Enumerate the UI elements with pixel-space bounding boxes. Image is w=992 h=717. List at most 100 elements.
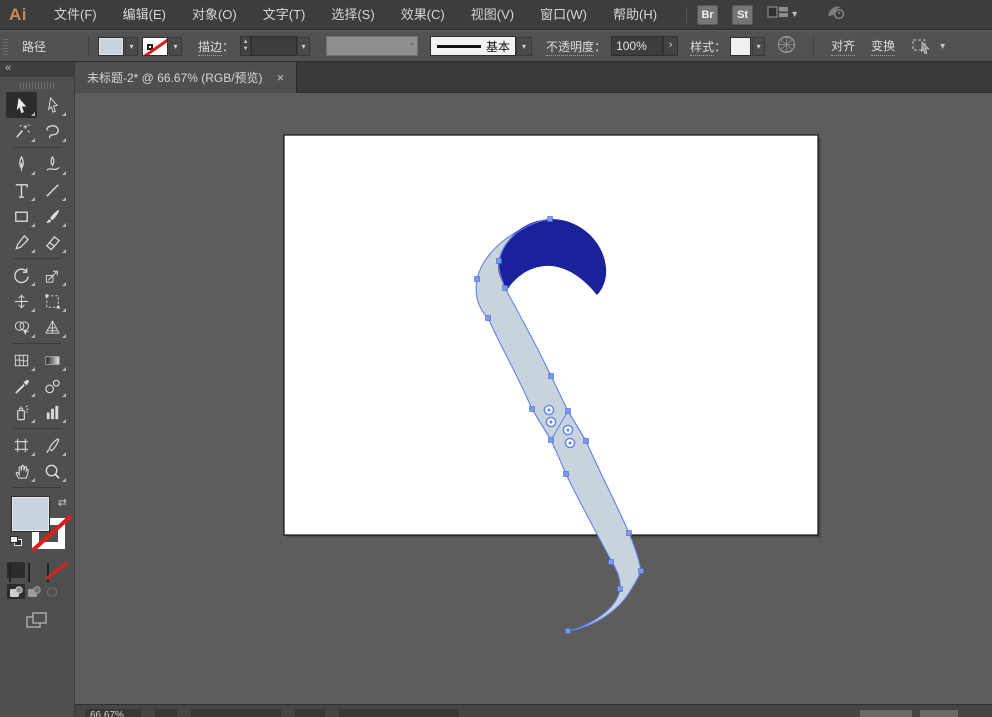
select-similar-icon[interactable] xyxy=(911,36,935,57)
opacity-forward-button[interactable]: › xyxy=(663,36,678,56)
lasso-tool[interactable] xyxy=(37,118,68,144)
zoom-chevron-button[interactable] xyxy=(155,709,177,717)
column-graph-tool[interactable] xyxy=(37,399,68,425)
canvas-area[interactable] xyxy=(75,93,992,704)
rectangle-tool[interactable] xyxy=(6,203,37,229)
stock-button[interactable]: St xyxy=(732,5,753,25)
artboard-nav-field[interactable] xyxy=(191,709,281,717)
anchor-point[interactable] xyxy=(549,438,554,443)
stroke-dropdown-chevron-icon[interactable]: ▾ xyxy=(169,37,182,56)
width-tool[interactable] xyxy=(6,288,37,314)
hand-tool[interactable] xyxy=(6,458,37,484)
chevron-down-icon[interactable]: ▾ xyxy=(792,9,797,20)
draw-behind-button[interactable] xyxy=(25,584,43,599)
type-tool[interactable] xyxy=(6,177,37,203)
style-panel-link[interactable]: 样式 xyxy=(690,40,714,56)
anchor-point[interactable] xyxy=(486,316,491,321)
anchor-point[interactable] xyxy=(530,407,535,412)
menu-view[interactable]: 视图(V) xyxy=(458,0,527,30)
line-segment-tool[interactable] xyxy=(37,177,68,203)
select-similar-chevron-icon[interactable]: ▾ xyxy=(940,41,945,52)
style-swatch[interactable] xyxy=(730,37,751,56)
eraser-tool[interactable] xyxy=(37,229,68,255)
panel-grip[interactable] xyxy=(3,37,8,55)
none-button[interactable] xyxy=(45,562,63,578)
fill-color-swatch[interactable] xyxy=(98,37,124,56)
menu-select[interactable]: 选择(S) xyxy=(318,0,387,30)
live-corner-widget[interactable] xyxy=(565,438,574,447)
paintbrush-tool[interactable] xyxy=(37,203,68,229)
menu-type[interactable]: 文字(T) xyxy=(250,0,319,30)
gradient-button[interactable] xyxy=(26,562,44,578)
perspective-grid-tool[interactable] xyxy=(37,314,68,340)
live-corner-widget[interactable] xyxy=(563,425,572,434)
artboard-tool[interactable] xyxy=(6,432,37,458)
close-tab-icon[interactable]: × xyxy=(277,70,285,85)
artboard-nav-buttons[interactable] xyxy=(295,709,325,717)
slice-tool[interactable] xyxy=(37,432,68,458)
stroke-weight-stepper[interactable]: ▲▼ xyxy=(240,36,251,56)
anchor-point[interactable] xyxy=(566,629,571,634)
anchor-point[interactable] xyxy=(609,560,614,565)
stroke-weight-field[interactable] xyxy=(251,36,297,56)
fill-dropdown-chevron-icon[interactable]: ▾ xyxy=(125,37,138,56)
anchor-point[interactable] xyxy=(584,439,589,444)
swap-fill-stroke-icon[interactable]: ⇄ xyxy=(58,496,67,509)
zoom-level-field[interactable]: 66.67% xyxy=(85,709,141,717)
anchor-point[interactable] xyxy=(639,569,644,574)
menu-window[interactable]: 窗口(W) xyxy=(527,0,600,30)
tools-panel-header[interactable]: « xyxy=(0,62,74,77)
stroke-panel-link[interactable]: 描边 xyxy=(198,40,222,56)
direct-selection-tool[interactable] xyxy=(37,92,68,118)
live-corner-widget[interactable] xyxy=(546,417,555,426)
sync-icon[interactable] xyxy=(825,3,847,26)
pencil-tool[interactable] xyxy=(6,229,37,255)
menu-help[interactable]: 帮助(H) xyxy=(600,0,670,30)
menu-effect[interactable]: 效果(C) xyxy=(388,0,458,30)
stroke-weight-chevron-icon[interactable]: ▾ xyxy=(297,37,310,56)
anchor-point[interactable] xyxy=(475,277,480,282)
opacity-field[interactable]: 100% xyxy=(611,36,663,56)
scale-tool[interactable] xyxy=(37,262,68,288)
blend-tool[interactable] xyxy=(37,373,68,399)
collapse-panel-icon[interactable]: « xyxy=(5,62,11,74)
opacity-panel-link[interactable]: 不透明度 xyxy=(546,40,594,56)
document-tab[interactable]: 未标题-2* @ 66.67% (RGB/预览) × xyxy=(75,62,297,93)
menu-edit[interactable]: 编辑(E) xyxy=(110,0,179,30)
anchor-point[interactable] xyxy=(549,374,554,379)
screen-mode-icon[interactable] xyxy=(25,611,49,634)
align-panel-link[interactable]: 对齐 xyxy=(831,37,855,56)
selection-tool[interactable] xyxy=(6,92,37,118)
transform-panel-link[interactable]: 变换 xyxy=(871,37,895,56)
free-transform-tool[interactable] xyxy=(37,288,68,314)
menu-file[interactable]: 文件(F) xyxy=(41,0,110,30)
default-fill-stroke-icon[interactable] xyxy=(10,536,23,547)
tools-panel-grip[interactable] xyxy=(20,82,54,89)
document-setup-icon[interactable] xyxy=(777,35,796,57)
color-button[interactable] xyxy=(7,562,25,578)
brush-definition-select[interactable]: 基本 xyxy=(430,36,516,56)
anchor-point[interactable] xyxy=(503,286,508,291)
anchor-point[interactable] xyxy=(627,531,632,536)
bridge-button[interactable]: Br xyxy=(697,5,718,25)
anchor-point[interactable] xyxy=(566,409,571,414)
live-corner-widget[interactable] xyxy=(544,405,553,414)
stroke-color-swatch[interactable] xyxy=(142,37,168,56)
curvature-tool[interactable] xyxy=(37,151,68,177)
symbol-sprayer-tool[interactable] xyxy=(6,399,37,425)
brush-chevron-icon[interactable]: ▾ xyxy=(516,37,532,56)
shape-builder-tool[interactable] xyxy=(6,314,37,340)
draw-normal-button[interactable] xyxy=(7,584,25,599)
pen-tool[interactable] xyxy=(6,151,37,177)
rotate-tool[interactable] xyxy=(6,262,37,288)
fill-indicator[interactable] xyxy=(11,496,50,532)
gradient-tool[interactable] xyxy=(37,347,68,373)
magic-wand-tool[interactable] xyxy=(6,118,37,144)
style-chevron-icon[interactable]: ▾ xyxy=(752,37,765,56)
status-chip[interactable] xyxy=(860,710,912,717)
workspace-icon[interactable] xyxy=(767,4,789,25)
anchor-point[interactable] xyxy=(497,259,502,264)
artboard[interactable] xyxy=(284,135,818,535)
anchor-point[interactable] xyxy=(548,217,553,222)
anchor-point[interactable] xyxy=(618,587,623,592)
